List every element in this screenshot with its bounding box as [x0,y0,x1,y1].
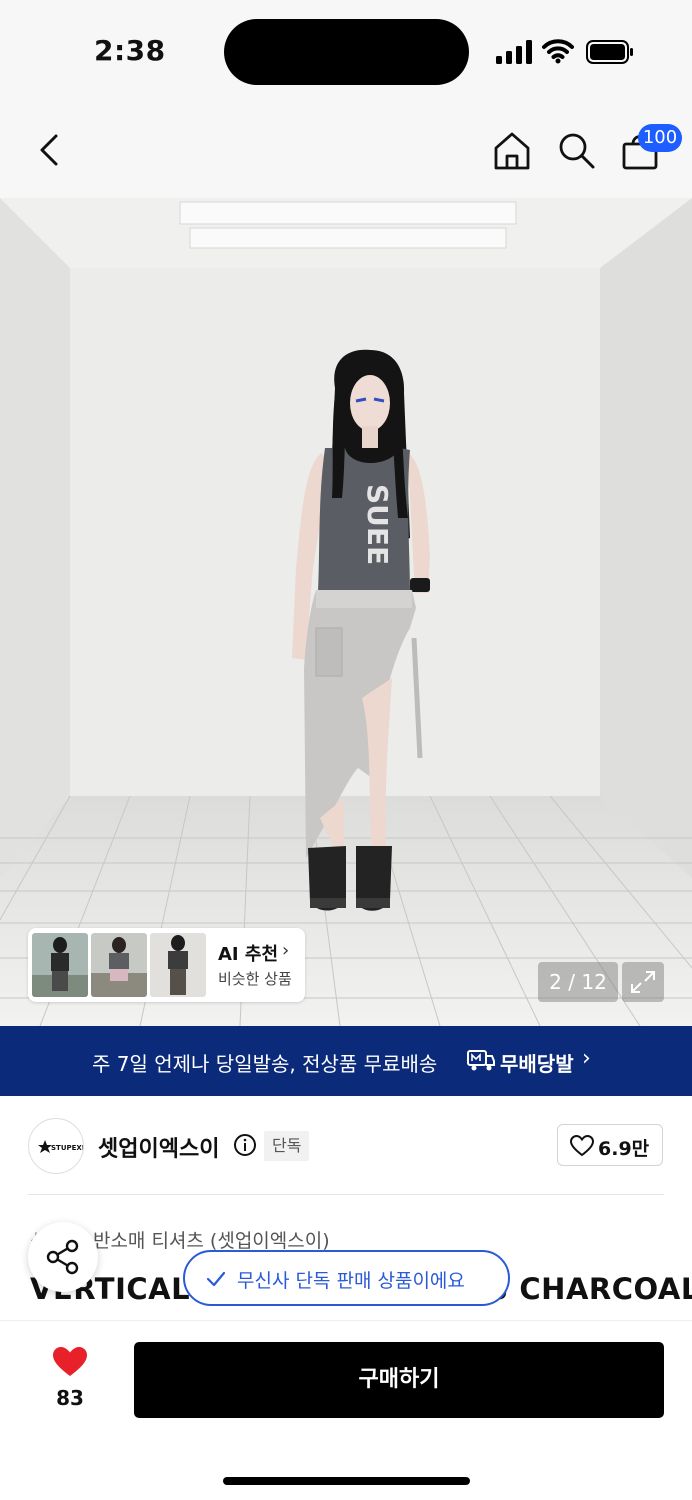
check-icon [206,1271,226,1287]
status-time: 2:38 [94,34,166,67]
product-image-gallery[interactable]: SUEE [0,198,692,1026]
wifi-icon [542,39,574,64]
promo-text: 주 7일 언제나 당일발송, 전상품 무료배송 [92,1052,438,1076]
divider [28,1194,664,1195]
buy-button[interactable]: 구매하기 [134,1342,664,1418]
info-icon[interactable] [233,1133,257,1157]
battery-icon [586,40,633,64]
recommendation-thumbnail[interactable] [91,933,147,997]
exclusive-tag: 단독 [264,1131,310,1161]
recommendation-thumbnail[interactable] [32,933,88,997]
dynamic-island [224,19,469,85]
delivery-promo-banner[interactable]: 주 7일 언제나 당일발송, 전상품 무료배송 무배당발 › [0,1026,692,1096]
svg-text:STUPEXE: STUPEXE [51,1144,84,1152]
cellular-signal-icon [496,40,532,64]
image-counter: 2 / 12 [538,962,618,1002]
shirt-print-text: SUEE [361,484,394,565]
recommendation-thumbnail[interactable] [150,933,206,997]
brand-name[interactable]: 셋업이엑스이 [98,1131,219,1163]
share-icon [46,1239,79,1275]
expand-icon[interactable] [622,962,664,1002]
ai-recommendation-title: AI 추천 [218,944,279,965]
brand-like-button[interactable]: 6.9만 [557,1124,663,1166]
heart-filled-icon[interactable] [52,1346,88,1378]
ai-recommendation-card[interactable]: AI 추천 › 비슷한 상품 [28,928,305,1002]
back-arrow-icon[interactable] [30,128,70,172]
chevron-right-icon: › [282,940,290,961]
exclusive-sale-toast: 무신사 단독 판매 상품이에요 [183,1250,510,1306]
search-icon[interactable] [554,128,598,172]
heart-outline-icon [570,1135,594,1157]
home-indicator [223,1477,470,1485]
toast-message: 무신사 단독 판매 상품이에요 [237,1270,465,1292]
brand-logo[interactable]: STUPEXE [28,1118,84,1174]
promo-brand: 무배당발 [500,1052,574,1076]
cart-count-badge: 100 [638,124,682,152]
brand-like-count: 6.9만 [598,1138,650,1160]
product-photo: SUEE [0,198,692,1026]
share-button[interactable] [28,1222,98,1292]
ai-recommendation-subtitle: 비슷한 상품 [218,970,292,988]
home-icon[interactable] [490,128,534,172]
wishlist-count: 83 [56,1386,84,1410]
delivery-truck-icon [467,1050,495,1071]
chevron-right-icon: › [582,1046,591,1071]
